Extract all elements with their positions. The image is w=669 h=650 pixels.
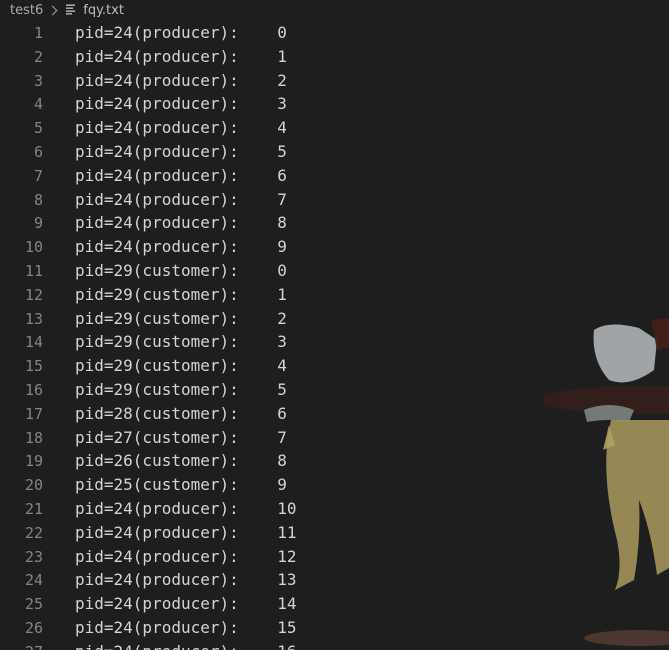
line-text[interactable]: pid=24(producer): 8 bbox=[75, 211, 287, 235]
editor-line[interactable]: 23 pid=24(producer): 12 bbox=[0, 545, 669, 569]
editor-line[interactable]: 5 pid=24(producer): 4 bbox=[0, 116, 669, 140]
line-number: 22 bbox=[24, 523, 43, 542]
editor-line[interactable]: 18 pid=27(customer): 7 bbox=[0, 426, 669, 450]
line-number: 13 bbox=[24, 309, 43, 328]
line-text[interactable]: pid=28(customer): 6 bbox=[75, 402, 287, 426]
editor-line[interactable]: 15 pid=29(customer): 4 bbox=[0, 354, 669, 378]
line-text[interactable]: pid=29(customer): 5 bbox=[75, 378, 287, 402]
editor-line[interactable]: 9 pid=24(producer): 8 bbox=[0, 211, 669, 235]
editor-line[interactable]: 24 pid=24(producer): 13 bbox=[0, 568, 669, 592]
line-number: 25 bbox=[24, 595, 43, 614]
editor-line[interactable]: 11 pid=29(customer): 0 bbox=[0, 259, 669, 283]
breadcrumb: test6 fqy.txt bbox=[0, 0, 669, 20]
line-text[interactable]: pid=24(producer): 3 bbox=[75, 92, 287, 116]
line-number: 14 bbox=[24, 333, 43, 352]
editor-line[interactable]: 20 pid=25(customer): 9 bbox=[0, 473, 669, 497]
line-text[interactable]: pid=29(customer): 1 bbox=[75, 283, 287, 307]
editor-line[interactable]: 14 pid=29(customer): 3 bbox=[0, 330, 669, 354]
line-text[interactable]: pid=24(producer): 10 bbox=[75, 497, 297, 521]
line-number: 10 bbox=[24, 238, 43, 257]
line-number: 17 bbox=[24, 404, 43, 423]
line-number: 12 bbox=[24, 285, 43, 304]
editor-line[interactable]: 8 pid=24(producer): 7 bbox=[0, 188, 669, 212]
line-number: 18 bbox=[24, 428, 43, 447]
chevron-right-icon bbox=[47, 5, 58, 15]
line-number: 8 bbox=[33, 190, 43, 209]
editor-line[interactable]: 6 pid=24(producer): 5 bbox=[0, 140, 669, 164]
editor-line[interactable]: 3 pid=24(producer): 2 bbox=[0, 69, 669, 93]
editor-line[interactable]: 7 pid=24(producer): 6 bbox=[0, 164, 669, 188]
line-text[interactable]: pid=29(customer): 2 bbox=[75, 307, 287, 331]
line-number: 5 bbox=[33, 119, 43, 138]
line-text[interactable]: pid=24(producer): 11 bbox=[75, 521, 297, 545]
line-text[interactable]: pid=29(customer): 3 bbox=[75, 330, 287, 354]
editor-line[interactable]: 19 pid=26(customer): 8 bbox=[0, 449, 669, 473]
line-text[interactable]: pid=29(customer): 4 bbox=[75, 354, 287, 378]
line-number: 1 bbox=[33, 24, 43, 42]
editor-line[interactable]: 10 pid=24(producer): 9 bbox=[0, 235, 669, 259]
editor-line[interactable]: 2 pid=24(producer): 1 bbox=[0, 45, 669, 69]
line-number: 20 bbox=[24, 476, 43, 495]
line-number: 21 bbox=[24, 500, 43, 518]
editor-line[interactable]: 1 pid=24(producer): 0 bbox=[0, 21, 669, 45]
line-text[interactable]: pid=26(customer): 8 bbox=[75, 449, 287, 473]
breadcrumb-file[interactable]: fqy.txt bbox=[83, 3, 124, 18]
line-text[interactable]: pid=24(producer): 14 bbox=[75, 592, 297, 616]
line-number: 2 bbox=[33, 47, 43, 66]
editor-window: test6 fqy.txt 1 pid=24(producer): 0 2 pid=2… bbox=[0, 0, 669, 650]
line-text[interactable]: pid=24(producer): 5 bbox=[75, 140, 287, 164]
line-text[interactable]: pid=24(producer): 9 bbox=[75, 235, 287, 259]
line-text[interactable]: pid=24(producer): 1 bbox=[75, 45, 287, 69]
line-number: 24 bbox=[24, 571, 43, 590]
line-number: 3 bbox=[33, 71, 43, 90]
line-text[interactable]: pid=25(customer): 9 bbox=[75, 473, 287, 497]
editor-line[interactable]: 25 pid=24(producer): 14 bbox=[0, 592, 669, 616]
line-text[interactable]: pid=24(producer): 7 bbox=[75, 188, 287, 212]
breadcrumb-folder[interactable]: test6 bbox=[10, 3, 43, 18]
line-number: 9 bbox=[33, 214, 43, 233]
line-number: 7 bbox=[33, 166, 43, 185]
line-number: 16 bbox=[24, 381, 43, 399]
editor-line[interactable]: 16 pid=29(customer): 5 bbox=[0, 378, 669, 402]
editor-line[interactable]: 13 pid=29(customer): 2 bbox=[0, 307, 669, 331]
line-number: 19 bbox=[24, 452, 43, 471]
editor-line[interactable]: 12 pid=29(customer): 1 bbox=[0, 283, 669, 307]
line-number: 11 bbox=[24, 262, 43, 280]
line-text[interactable]: pid=24(producer): 0 bbox=[75, 21, 287, 45]
line-number: 23 bbox=[24, 547, 43, 566]
line-number: 26 bbox=[24, 619, 43, 637]
text-editor[interactable]: 1 pid=24(producer): 0 2 pid=24(producer): 1… bbox=[0, 21, 669, 650]
line-text[interactable]: pid=24(producer): 6 bbox=[75, 164, 287, 188]
editor-line[interactable]: 4 pid=24(producer): 3 bbox=[0, 92, 669, 116]
line-text[interactable]: pid=29(customer): 0 bbox=[75, 259, 287, 283]
line-number: 6 bbox=[33, 143, 43, 161]
line-text[interactable]: pid=24(producer): 13 bbox=[75, 568, 297, 592]
line-text[interactable]: pid=24(producer): 15 bbox=[75, 616, 297, 640]
text-file-icon bbox=[66, 4, 76, 15]
line-number: 27 bbox=[0, 640, 43, 650]
line-text[interactable]: pid=24(producer): 4 bbox=[75, 116, 287, 140]
editor-line[interactable]: 21 pid=24(producer): 10 bbox=[0, 497, 669, 521]
editor-line[interactable]: 27 pid=24(producer): 16 bbox=[0, 640, 669, 650]
editor-line[interactable]: 26 pid=24(producer): 15 bbox=[0, 616, 669, 640]
editor-line[interactable]: 17 pid=28(customer): 6 bbox=[0, 402, 669, 426]
editor-line[interactable]: 22 pid=24(producer): 11 bbox=[0, 521, 669, 545]
line-number: 15 bbox=[24, 357, 43, 376]
line-text[interactable]: pid=27(customer): 7 bbox=[75, 426, 287, 450]
line-text[interactable]: pid=24(producer): 12 bbox=[75, 545, 297, 569]
line-text[interactable]: pid=24(producer): 16 bbox=[75, 640, 297, 650]
line-text[interactable]: pid=24(producer): 2 bbox=[75, 69, 287, 93]
line-number: 4 bbox=[33, 95, 43, 114]
